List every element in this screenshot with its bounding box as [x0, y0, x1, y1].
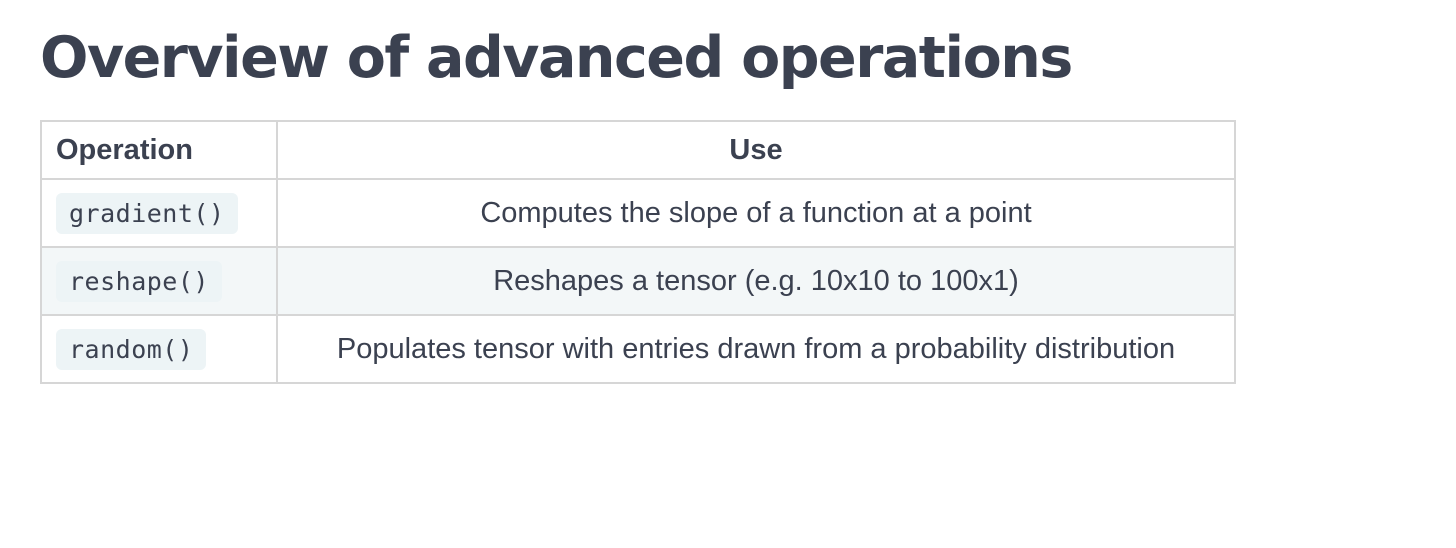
- operation-cell: reshape(): [40, 246, 278, 316]
- code-operation-random: random(): [56, 328, 207, 370]
- operations-table: Operation Use gradient() Computes the sl…: [40, 120, 1236, 384]
- code-operation-reshape: reshape(): [56, 260, 222, 302]
- operation-cell: random(): [40, 314, 278, 384]
- column-header-operation: Operation: [40, 120, 278, 180]
- document-page: Overview of advanced operations Operatio…: [40, 18, 1240, 384]
- page-title: Overview of advanced operations: [40, 25, 1073, 91]
- use-cell: Populates tensor with entries drawn from…: [276, 314, 1236, 384]
- code-operation-gradient: gradient(): [56, 192, 238, 234]
- table-row: reshape() Reshapes a tensor (e.g. 10x10 …: [40, 246, 1236, 316]
- column-header-use: Use: [276, 120, 1236, 180]
- table-row: random() Populates tensor with entries d…: [40, 314, 1236, 384]
- operation-cell: gradient(): [40, 178, 278, 248]
- table-header-row: Operation Use: [40, 120, 1236, 180]
- use-cell: Reshapes a tensor (e.g. 10x10 to 100x1): [276, 246, 1236, 316]
- use-cell: Computes the slope of a function at a po…: [276, 178, 1236, 248]
- table-row: gradient() Computes the slope of a funct…: [40, 178, 1236, 248]
